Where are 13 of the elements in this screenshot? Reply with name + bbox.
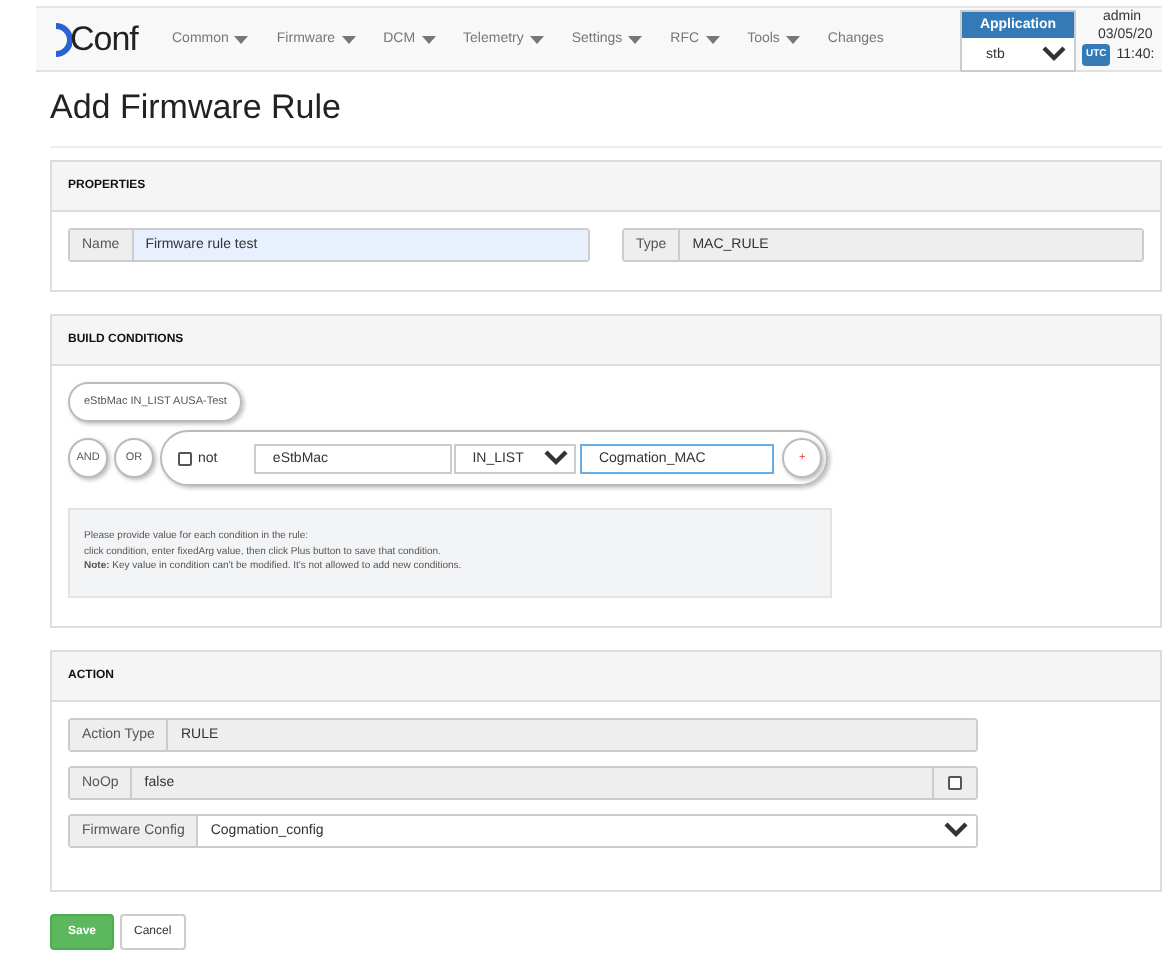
caret-icon	[421, 35, 436, 43]
caret-icon	[234, 35, 249, 43]
caret-icon	[785, 35, 800, 43]
bracket-icon	[52, 21, 72, 57]
caret-icon	[529, 35, 544, 43]
caret-icon	[341, 35, 356, 43]
page-title: Add Firmware Rule	[50, 88, 1162, 148]
caret-icon	[705, 35, 720, 43]
caret-icon	[628, 35, 643, 43]
checkbox[interactable]	[178, 451, 192, 465]
logo[interactable]: Conf	[70, 19, 138, 59]
chevron-down-icon	[544, 450, 569, 466]
chevron-down-icon	[1042, 46, 1066, 62]
